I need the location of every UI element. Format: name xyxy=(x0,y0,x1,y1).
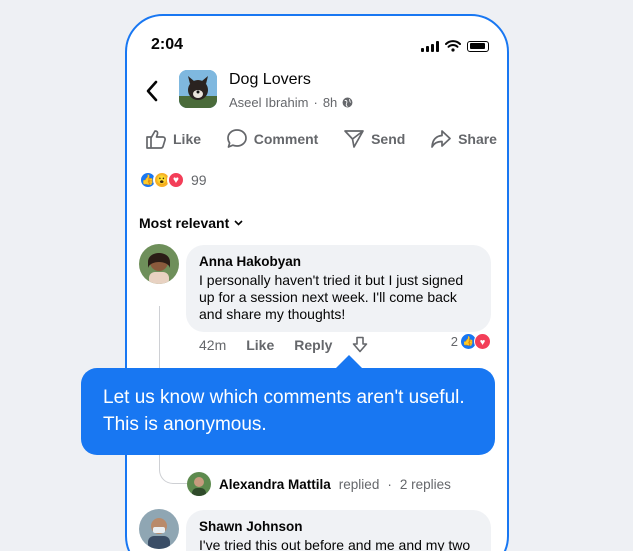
like-label: Like xyxy=(173,130,202,147)
downvote-icon[interactable] xyxy=(352,336,368,353)
share-icon xyxy=(431,129,451,148)
feedback-tooltip[interactable]: Let us know which comments aren't useful… xyxy=(81,368,495,455)
share-label: Share xyxy=(458,130,497,147)
replied-text: replied xyxy=(338,476,380,492)
status-time: 2:04 xyxy=(151,36,184,53)
reply-separator: · xyxy=(387,476,392,492)
back-arrow-icon[interactable] xyxy=(145,80,159,102)
comment-reply-button[interactable]: Reply xyxy=(294,337,332,353)
post-action-bar: Like Comment Send Share xyxy=(145,128,497,149)
phone-frame: 2:04 Dog Lovers Aseel Ibrahim · 8h Like … xyxy=(125,14,509,551)
comment-reactions[interactable]: 2 👍 ♥ xyxy=(451,333,491,350)
comment-reaction-count: 2 xyxy=(450,334,458,349)
send-label: Send xyxy=(371,130,406,147)
comment-like-button[interactable]: Like xyxy=(246,337,274,353)
post-meta: Aseel Ibrahim · 8h xyxy=(229,95,353,110)
share-button[interactable]: Share xyxy=(430,128,497,149)
reply-count: 2 replies xyxy=(399,476,451,492)
send-button[interactable]: Send xyxy=(343,128,405,149)
comment-text: I personally haven't tried it but I just… xyxy=(199,272,464,322)
comment-bubble: Anna Hakobyan I personally haven't tried… xyxy=(186,245,491,332)
avatar[interactable] xyxy=(139,509,179,549)
battery-icon xyxy=(467,40,489,52)
like-icon xyxy=(146,129,166,149)
reaction-count: 99 xyxy=(191,172,207,188)
love-reaction-icon: ♥ xyxy=(167,171,185,189)
status-icons xyxy=(421,40,489,52)
love-reaction-icon: ♥ xyxy=(474,333,491,350)
comment-button[interactable]: Comment xyxy=(226,128,319,149)
post-age: 8h xyxy=(322,95,338,110)
comment-icon xyxy=(226,129,247,148)
replier-name: Alexandra Mattila xyxy=(219,476,331,492)
comment-actions: 42m Like Reply xyxy=(199,336,368,353)
like-button[interactable]: Like xyxy=(145,128,201,149)
avatar xyxy=(187,472,211,496)
comment-label: Comment xyxy=(253,130,319,147)
meta-separator: · xyxy=(313,95,318,110)
sort-dropdown[interactable]: Most relevant xyxy=(139,215,243,231)
avatar[interactable] xyxy=(139,244,179,284)
group-avatar[interactable] xyxy=(179,70,217,108)
commenter-name[interactable]: Shawn Johnson xyxy=(199,519,478,534)
signal-icon xyxy=(421,40,439,52)
post-author[interactable]: Aseel Ibrahim xyxy=(229,95,308,110)
comment-time: 42m xyxy=(199,336,227,353)
group-name[interactable]: Dog Lovers xyxy=(229,71,311,89)
send-icon xyxy=(344,129,364,148)
comment-bubble: Shawn Johnson I've tried this out before… xyxy=(186,510,491,551)
sort-label: Most relevant xyxy=(139,215,230,231)
commenter-name[interactable]: Anna Hakobyan xyxy=(199,254,478,269)
reply-summary[interactable]: Alexandra Mattila replied · 2 replies xyxy=(187,472,451,496)
tooltip-arrow xyxy=(335,355,363,369)
wifi-icon xyxy=(445,40,461,52)
reactions-summary[interactable]: 👍 😮 ♥ 99 xyxy=(139,171,207,189)
comment-text: I've tried this out before and me and my… xyxy=(199,537,471,551)
chevron-down-icon xyxy=(234,220,243,226)
globe-icon xyxy=(342,97,353,108)
